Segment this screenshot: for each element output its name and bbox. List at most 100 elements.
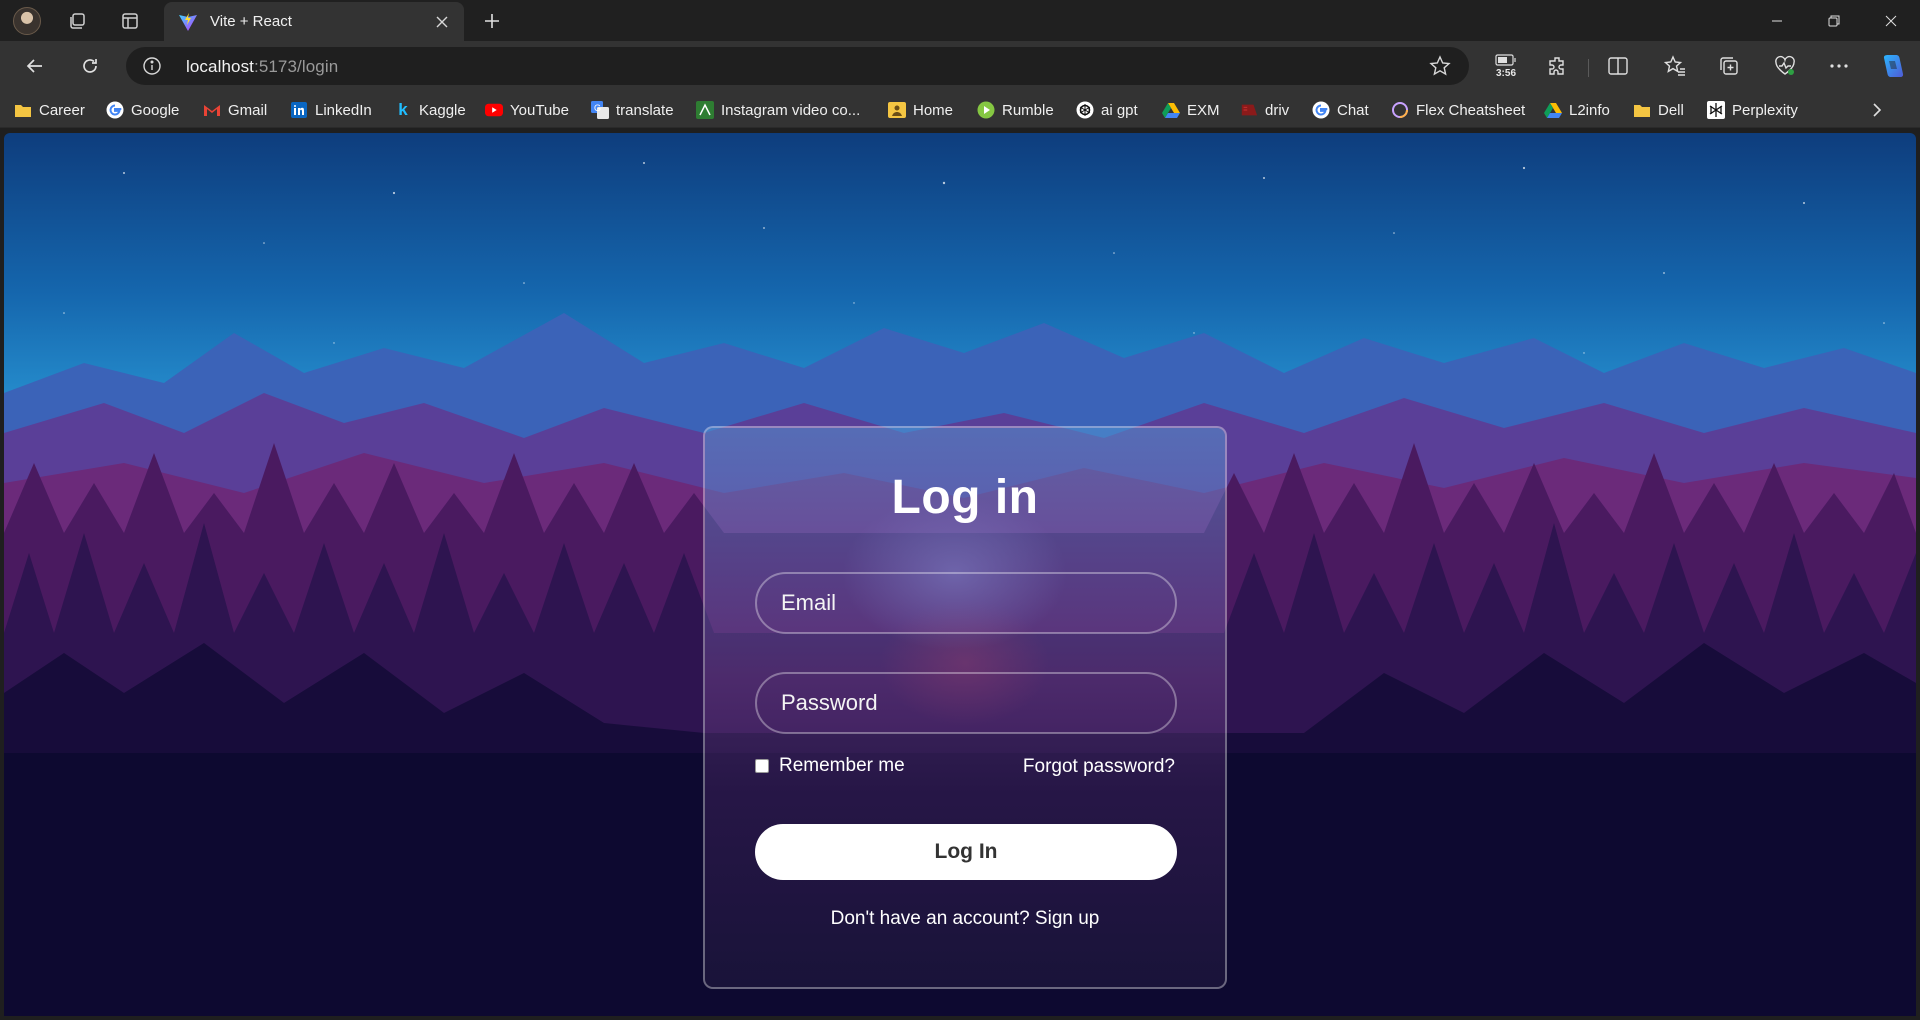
bookmark-dell[interactable]: Dell bbox=[1633, 98, 1684, 122]
bookmark-label: Instagram video co... bbox=[721, 101, 861, 119]
email-field[interactable] bbox=[755, 572, 1177, 634]
tab-title: Vite + React bbox=[210, 13, 292, 30]
bookmark-kaggle[interactable]: k Kaggle bbox=[394, 98, 466, 122]
address-bar[interactable]: localhost:5173/login bbox=[126, 47, 1469, 85]
plus-icon[interactable] bbox=[474, 4, 510, 38]
profile-avatar bbox=[13, 7, 41, 35]
split-screen-icon[interactable] bbox=[1599, 48, 1637, 84]
bookmark-chat[interactable]: Chat bbox=[1312, 98, 1369, 122]
bookmark-label: driv bbox=[1265, 101, 1290, 119]
bookmark-career[interactable]: Career bbox=[14, 98, 85, 122]
info-icon[interactable] bbox=[142, 56, 162, 81]
bookmark-google[interactable]: Google bbox=[106, 98, 179, 122]
checkbox-box[interactable] bbox=[755, 759, 769, 773]
bookmark-label: Kaggle bbox=[419, 101, 466, 119]
bookmark-youtube[interactable]: YouTube bbox=[485, 98, 569, 122]
bookmark-driv[interactable]: driv bbox=[1240, 98, 1289, 122]
bookmark-label: Gmail bbox=[228, 101, 268, 119]
url-host: localhost bbox=[186, 57, 254, 76]
bookmark-gmail[interactable]: Gmail bbox=[203, 98, 267, 122]
star-icon[interactable] bbox=[1429, 55, 1451, 82]
signup-prompt: Don't have an account? Sign up bbox=[705, 908, 1225, 930]
openai-icon bbox=[1076, 101, 1094, 119]
bookmark-exm[interactable]: EXM bbox=[1162, 98, 1220, 122]
bookmark-label: LinkedIn bbox=[315, 101, 372, 119]
kaggle-icon: k bbox=[398, 100, 408, 119]
bookmarks-bar: Career Google Gmail LinkedIn k Kaggle Yo… bbox=[0, 91, 1920, 128]
more-icon[interactable] bbox=[1820, 48, 1858, 84]
bookmark-label: Flex Cheatsheet bbox=[1416, 101, 1526, 119]
window-close-icon[interactable] bbox=[1863, 0, 1919, 41]
bookmark-label: Dell bbox=[1658, 101, 1684, 119]
bookmark-l2info[interactable]: L2info bbox=[1544, 98, 1610, 122]
chevron-right-icon[interactable] bbox=[1864, 97, 1890, 123]
bookmark-label: L2info bbox=[1569, 101, 1610, 119]
bookmark-label: Perplexity bbox=[1732, 101, 1798, 119]
battery-icon[interactable]: 3:56 bbox=[1486, 48, 1526, 84]
password-field[interactable] bbox=[755, 672, 1177, 734]
extensions-icon[interactable] bbox=[1539, 48, 1577, 84]
tab-active[interactable]: Vite + React bbox=[164, 2, 464, 41]
copilot-icon[interactable] bbox=[1874, 48, 1912, 84]
google-icon bbox=[106, 101, 124, 119]
perplexity-icon bbox=[1707, 101, 1725, 119]
profile-button[interactable] bbox=[9, 4, 45, 38]
url-path: :5173/login bbox=[254, 57, 339, 76]
forgot-password-link[interactable]: Forgot password? bbox=[1023, 756, 1175, 778]
bookmark-label: translate bbox=[616, 101, 674, 119]
title-bar: Vite + React bbox=[0, 0, 1920, 41]
bookmark-linkedin[interactable]: LinkedIn bbox=[290, 98, 372, 122]
workspaces-icon[interactable] bbox=[59, 4, 95, 38]
svg-text:G: G bbox=[594, 103, 601, 113]
close-icon[interactable] bbox=[432, 12, 452, 32]
favorites-icon[interactable] bbox=[1656, 48, 1694, 84]
gmail-icon bbox=[203, 101, 221, 119]
drive-icon bbox=[1162, 101, 1180, 119]
ring-icon bbox=[1391, 101, 1409, 119]
home-icon bbox=[888, 101, 906, 119]
bookmark-label: EXM bbox=[1187, 101, 1220, 119]
toolbar-divider bbox=[1588, 59, 1589, 77]
drive-red-icon bbox=[1240, 101, 1258, 119]
browser-essentials-icon[interactable] bbox=[1766, 48, 1804, 84]
url-text[interactable]: localhost:5173/login bbox=[186, 57, 338, 77]
back-arrow-icon[interactable] bbox=[16, 48, 54, 84]
bookmark-ai-gpt[interactable]: ai gpt bbox=[1076, 98, 1138, 122]
tab-actions-icon[interactable] bbox=[112, 4, 148, 38]
bookmark-label: ai gpt bbox=[1101, 101, 1138, 119]
google-icon bbox=[1312, 101, 1330, 119]
bookmark-label: Career bbox=[39, 101, 85, 119]
rumble-icon bbox=[977, 101, 995, 119]
bookmark-flex-cheatsheet[interactable]: Flex Cheatsheet bbox=[1391, 98, 1525, 122]
folder-icon bbox=[1633, 101, 1651, 119]
youtube-icon bbox=[485, 101, 503, 119]
minimize-icon[interactable] bbox=[1749, 0, 1805, 41]
bookmark-label: Home bbox=[913, 101, 954, 119]
collections-icon[interactable] bbox=[1710, 48, 1748, 84]
reload-icon[interactable] bbox=[71, 48, 109, 84]
login-button[interactable]: Log In bbox=[755, 824, 1177, 880]
bookmark-perplexity[interactable]: Perplexity bbox=[1707, 98, 1798, 122]
signup-link[interactable]: Don't have an account? Sign up bbox=[831, 908, 1100, 929]
linkedin-icon bbox=[290, 101, 308, 119]
vite-icon bbox=[179, 12, 197, 31]
bookmark-label: Rumble bbox=[1002, 101, 1054, 119]
bookmark-label: YouTube bbox=[510, 101, 569, 119]
page-title: Log in bbox=[891, 471, 1039, 524]
bookmark-translate[interactable]: G translate bbox=[591, 98, 674, 122]
battery-time: 3:56 bbox=[1495, 67, 1516, 79]
bookmark-home[interactable]: Home bbox=[888, 98, 953, 122]
login-card: Log in Remember me Forgot password? Log … bbox=[703, 426, 1227, 989]
restore-icon[interactable] bbox=[1806, 0, 1862, 41]
bookmark-instagram-video[interactable]: Instagram video co... bbox=[696, 98, 860, 122]
translate-icon: G bbox=[591, 101, 609, 119]
navigation-bar: localhost:5173/login 3:56 bbox=[0, 41, 1920, 91]
folder-icon bbox=[14, 101, 32, 119]
page-viewport: Log in Remember me Forgot password? Log … bbox=[4, 133, 1916, 1016]
bookmark-rumble[interactable]: Rumble bbox=[977, 98, 1054, 122]
bookmark-label: Google bbox=[131, 101, 180, 119]
remember-me-label: Remember me bbox=[779, 755, 905, 776]
remember-me-checkbox[interactable]: Remember me bbox=[755, 755, 905, 777]
instagram-video-icon bbox=[696, 101, 714, 119]
bookmark-label: Chat bbox=[1337, 101, 1369, 119]
